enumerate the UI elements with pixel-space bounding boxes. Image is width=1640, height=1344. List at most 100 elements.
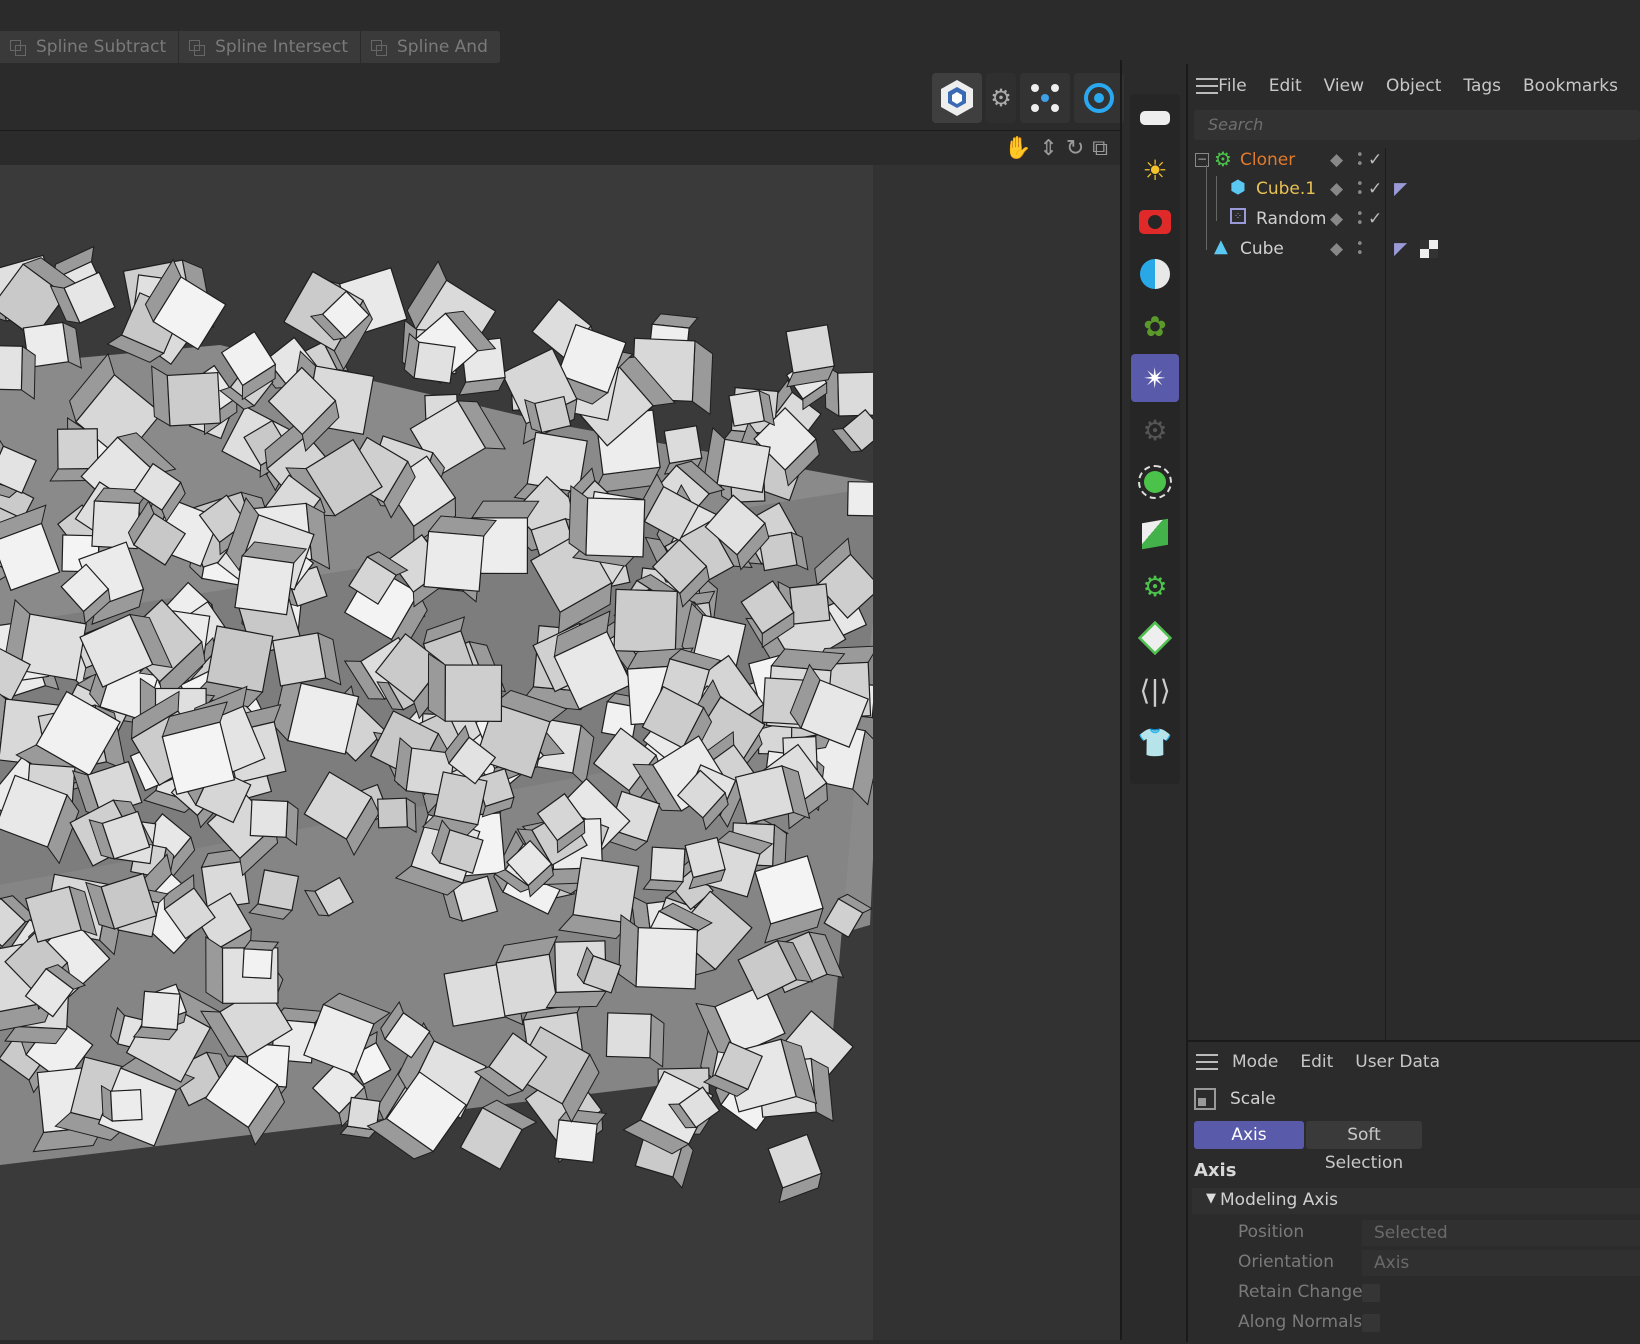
prop-position-label: Position	[1238, 1222, 1305, 1242]
tree-line	[1216, 176, 1217, 221]
twist-icon: ✴	[1143, 361, 1167, 395]
viewport-mode-tools: ⚙	[932, 73, 1124, 127]
om-menu-edit[interactable]: Edit	[1269, 76, 1302, 96]
am-menu-icon[interactable]	[1196, 1054, 1218, 1070]
spline-and-button[interactable]: Spline And	[361, 31, 500, 63]
cloner-icon: ⚙	[1214, 147, 1232, 171]
viewport-safe-frame	[873, 165, 1120, 1340]
layer-icon[interactable]: ◆	[1330, 209, 1343, 229]
points-mode-button[interactable]	[1020, 73, 1070, 123]
om-menu-bookmarks[interactable]: Bookmarks	[1523, 76, 1618, 96]
om-menu-file[interactable]: File	[1218, 76, 1246, 96]
visibility-icon[interactable]: • •	[1356, 178, 1364, 200]
palette-floor-button[interactable]	[1131, 94, 1179, 142]
prop-position-dropdown[interactable]: Selected	[1362, 1220, 1640, 1246]
palette-symmetry-button[interactable]: ⟨|⟩	[1131, 666, 1179, 714]
material-tag-icon[interactable]	[1420, 240, 1438, 258]
object-palette: ☀ ✿ ✴ ⚙ ⚙ ⟨|⟩ 👕	[1130, 94, 1180, 784]
cloned-cube	[785, 324, 836, 388]
retain-changes-checkbox[interactable]	[1362, 1284, 1380, 1302]
spline-intersect-icon	[189, 40, 206, 56]
cloner-gear-icon: ⚙	[1142, 569, 1168, 603]
palette-select-button[interactable]	[1131, 458, 1179, 506]
expand-triangle-icon: ▼	[1206, 1191, 1216, 1206]
gear-dark-icon: ⚙	[1142, 413, 1168, 447]
floor-icon	[1140, 111, 1170, 125]
palette-cloth-button[interactable]: 👕	[1131, 718, 1179, 766]
am-menu-edit[interactable]: Edit	[1300, 1052, 1333, 1072]
cube-icon: ⬢	[1230, 177, 1246, 198]
move-icon[interactable]: ⇕	[1039, 136, 1057, 161]
cluster-icon: ✿	[1143, 309, 1167, 343]
palette-effector-button[interactable]: ⚙	[1131, 406, 1179, 454]
palette-primitive-button[interactable]	[1131, 614, 1179, 662]
object-name: Cube	[1240, 239, 1284, 259]
phong-tag-icon[interactable]: ◤	[1394, 179, 1407, 199]
selection-icon	[1138, 465, 1172, 499]
viewport-navigation: ✋ ⇕ ↻ ⧉	[1004, 136, 1108, 161]
am-menu-user-data[interactable]: User Data	[1355, 1052, 1440, 1072]
sun-icon: ☀	[1142, 153, 1168, 187]
palette-deformer-button[interactable]: ✴	[1131, 354, 1179, 402]
om-menubar: File Edit View Object Tags Bookmarks	[1186, 64, 1640, 108]
om-menu-icon[interactable]	[1196, 78, 1218, 94]
shirt-icon: 👕	[1137, 725, 1173, 759]
om-search-input[interactable]: Search	[1194, 110, 1640, 140]
spline-intersect-button[interactable]: Spline Intersect	[179, 31, 362, 63]
palette-cloner-button[interactable]: ⚙	[1131, 562, 1179, 610]
viewport-border	[1120, 60, 1122, 1340]
spline-intersect-label: Spline Intersect	[215, 37, 349, 57]
om-menu-view[interactable]: View	[1324, 76, 1364, 96]
prop-orientation-dropdown[interactable]: Axis	[1362, 1250, 1640, 1276]
tab-soft-selection[interactable]: Soft Selection	[1306, 1121, 1422, 1173]
mode-settings-button[interactable]: ⚙	[986, 73, 1016, 123]
enabled-check-icon[interactable]: ✓	[1368, 179, 1382, 199]
visibility-icon[interactable]: • •	[1356, 149, 1364, 171]
prop-along-normals-label: Along Normals	[1238, 1312, 1363, 1332]
palette-environment-button[interactable]	[1131, 250, 1179, 298]
om-column-divider	[1385, 148, 1386, 1040]
object-name: Random	[1256, 209, 1327, 229]
object-row-cube[interactable]: ▲ Cube ◆ • • ◤	[1186, 234, 1640, 264]
visibility-icon[interactable]: • •	[1356, 208, 1364, 230]
spline-and-label: Spline And	[397, 37, 488, 57]
object-name: Cloner	[1240, 150, 1296, 170]
maximize-icon[interactable]: ⧉	[1092, 136, 1108, 161]
cube-green-icon	[1142, 518, 1168, 550]
palette-light-button[interactable]: ☀	[1131, 146, 1179, 194]
om-menu-object[interactable]: Object	[1386, 76, 1441, 96]
layer-icon[interactable]: ◆	[1330, 239, 1343, 259]
object-name: Cube.1	[1256, 179, 1317, 199]
palette-mograph-button[interactable]: ✿	[1131, 302, 1179, 350]
enabled-check-icon[interactable]: ✓	[1368, 209, 1382, 229]
visibility-icon[interactable]: • •	[1356, 238, 1364, 260]
layer-icon[interactable]: ◆	[1330, 150, 1343, 170]
palette-camera-button[interactable]	[1131, 198, 1179, 246]
cube-mode-button[interactable]	[932, 73, 982, 123]
object-row-cube1[interactable]: ⬢ Cube.1 ◆ • • ✓ ◤	[1186, 174, 1640, 204]
rotate-icon[interactable]: ↻	[1066, 136, 1084, 161]
om-menu-tags[interactable]: Tags	[1463, 76, 1501, 96]
object-row-cloner[interactable]: − ⚙ Cloner ◆ • • ✓	[1186, 145, 1640, 175]
tool-name: Scale	[1230, 1089, 1276, 1109]
tree-line	[1206, 165, 1207, 250]
section-title: Axis	[1194, 1160, 1237, 1181]
target-icon	[1084, 83, 1114, 113]
scale-tool-icon	[1194, 1088, 1216, 1110]
am-menu-mode[interactable]: Mode	[1232, 1052, 1278, 1072]
tab-axis[interactable]: Axis	[1194, 1121, 1304, 1149]
layer-icon[interactable]: ◆	[1330, 179, 1343, 199]
target-mode-button[interactable]	[1074, 73, 1124, 123]
spline-subtract-label: Spline Subtract	[36, 37, 167, 57]
palette-generator-button[interactable]	[1131, 510, 1179, 558]
group-header[interactable]: ▼ Modeling Axis	[1192, 1188, 1640, 1214]
am-menubar: Mode Edit User Data	[1186, 1040, 1640, 1084]
gear-icon: ⚙	[990, 84, 1012, 112]
group-title: Modeling Axis	[1220, 1190, 1339, 1210]
along-normals-checkbox[interactable]	[1362, 1314, 1380, 1332]
enabled-check-icon[interactable]: ✓	[1368, 150, 1382, 170]
pan-icon[interactable]: ✋	[1004, 136, 1031, 161]
spline-subtract-button[interactable]: Spline Subtract	[0, 31, 180, 63]
phong-tag-icon[interactable]: ◤	[1394, 239, 1407, 259]
object-row-random[interactable]: ⁘ Random ◆ • • ✓	[1186, 204, 1640, 234]
